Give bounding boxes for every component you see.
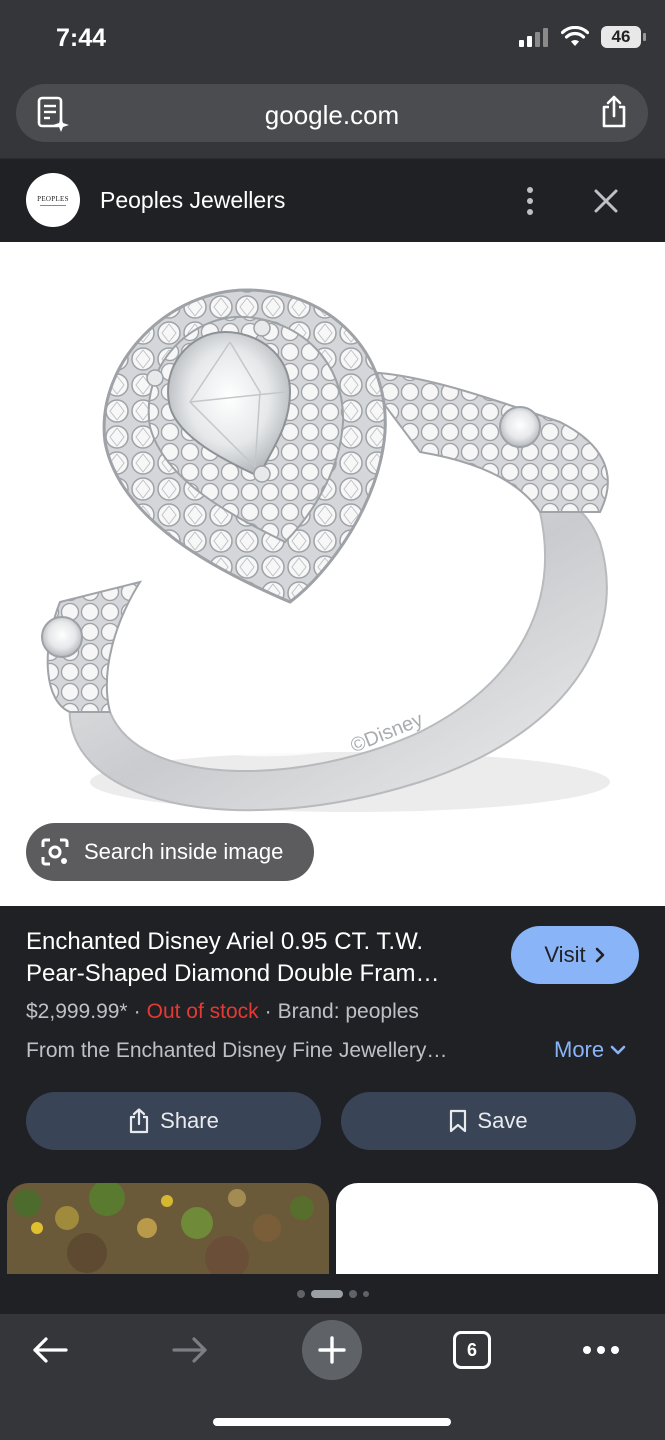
more-button[interactable]: More (554, 1037, 626, 1063)
arrow-right-icon (172, 1337, 207, 1363)
lens-icon (41, 838, 69, 866)
pager-dot-active (310, 1290, 343, 1298)
share-icon (130, 1108, 149, 1134)
pager-dot (362, 1291, 369, 1297)
site-header: PEOPLES Peoples Jewellers (0, 158, 665, 242)
menu-button[interactable] (569, 1318, 633, 1382)
chevron-down-icon (610, 1045, 626, 1055)
status-time: 7:44 (56, 24, 107, 52)
new-tab-button[interactable] (302, 1320, 362, 1380)
product-title[interactable]: Enchanted Disney Ariel 0.95 CT. T.W. Pea… (26, 926, 486, 990)
url-text[interactable]: google.com (16, 100, 648, 131)
share-label: Share (160, 1108, 219, 1133)
site-logo-text: PEOPLES (37, 194, 69, 203)
forward-button[interactable] (158, 1318, 222, 1382)
share-button[interactable]: Share (26, 1092, 321, 1150)
stock-status: Out of stock (146, 1000, 259, 1023)
search-inside-image-button[interactable]: Search inside image (26, 823, 314, 881)
chevron-right-icon (595, 947, 604, 963)
save-label: Save (477, 1108, 528, 1133)
search-inside-image-label: Search inside image (84, 839, 284, 864)
save-button[interactable]: Save (341, 1092, 636, 1150)
arrow-left-icon (33, 1337, 68, 1363)
related-thumbnail[interactable] (336, 1183, 658, 1274)
status-bar: 7:44 46 (0, 0, 665, 80)
close-icon[interactable] (592, 187, 620, 215)
product-image-area[interactable]: ©Disney Search inside image (0, 242, 665, 906)
wifi-icon (561, 26, 589, 46)
pager-dot (348, 1290, 357, 1298)
plus-icon (318, 1336, 346, 1364)
tab-count: 6 (453, 1331, 491, 1369)
visit-label: Visit (544, 942, 586, 967)
tab-switcher-button[interactable]: 6 (440, 1318, 504, 1382)
share-icon[interactable] (600, 95, 628, 129)
back-button[interactable] (18, 1318, 82, 1382)
more-label: More (554, 1037, 605, 1062)
separator: · (264, 1000, 272, 1023)
product-meta: $2,999.99* · Out of stock · Brand: peoples (26, 1000, 419, 1024)
more-vert-icon[interactable] (518, 185, 542, 217)
separator: · (133, 1000, 141, 1023)
bookmark-icon (450, 1109, 467, 1133)
battery-indicator: 46 (601, 26, 646, 48)
product-price: $2,999.99* (26, 1000, 128, 1023)
address-bar[interactable]: google.com (16, 84, 648, 142)
foliage-image (7, 1183, 329, 1274)
related-results (0, 1176, 665, 1274)
more-horiz-icon (583, 1346, 619, 1354)
logo-underline (40, 204, 66, 206)
related-thumbnail[interactable] (7, 1183, 329, 1274)
bottom-toolbar: 6 (0, 1314, 665, 1440)
home-indicator[interactable] (213, 1418, 451, 1426)
product-brand: Brand: peoples (277, 1000, 419, 1023)
visit-button[interactable]: Visit (511, 926, 639, 984)
status-icons: 46 (519, 26, 646, 48)
site-logo: PEOPLES (26, 173, 80, 227)
product-description: From the Enchanted Disney Fine Jewellery… (26, 1039, 448, 1062)
product-info-panel: Enchanted Disney Ariel 0.95 CT. T.W. Pea… (0, 906, 665, 1176)
ring-image: ©Disney (41, 288, 610, 812)
signal-icon (519, 28, 548, 47)
site-name[interactable]: Peoples Jewellers (100, 187, 285, 214)
pager-dot (296, 1290, 305, 1298)
url-bar-area: google.com (0, 80, 665, 158)
carousel-pager (0, 1274, 665, 1314)
